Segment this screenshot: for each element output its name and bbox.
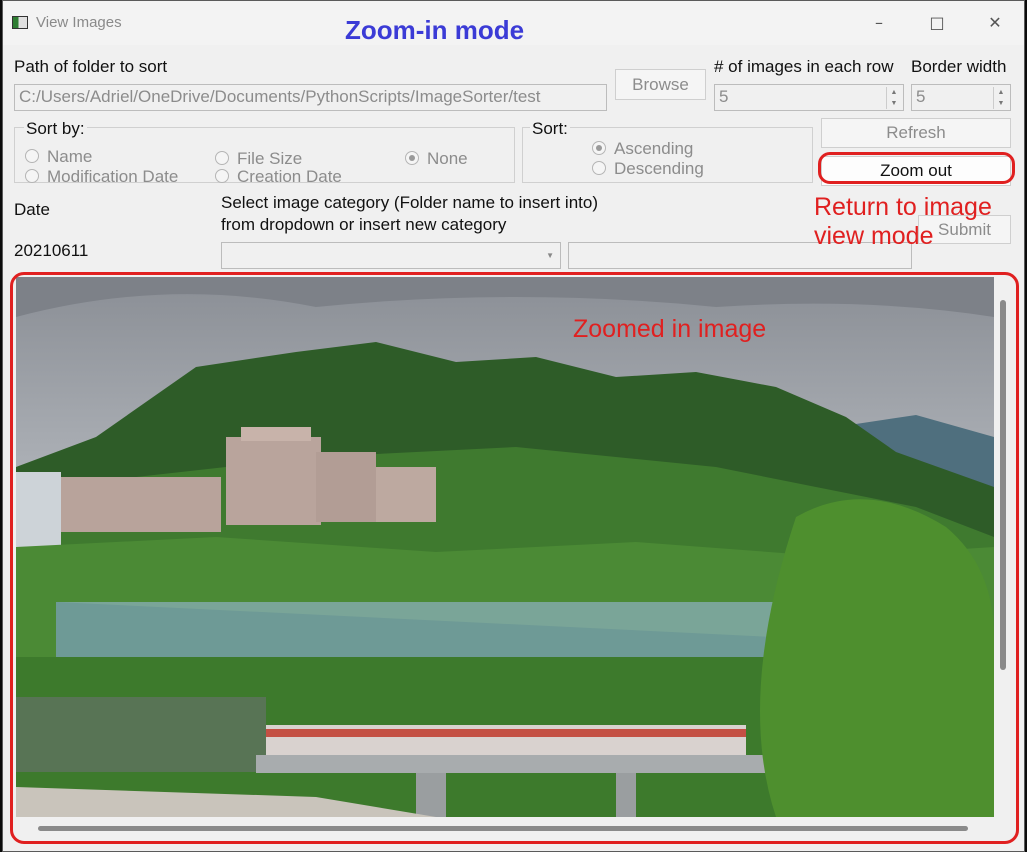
border-width-stepper[interactable]: ▲ ▼ [993, 87, 1008, 109]
zoom-in-mode-annotation: Zoom-in mode [345, 15, 525, 45]
date-label: Date [14, 200, 50, 219]
sort-none-radio[interactable] [405, 151, 419, 165]
sort-modification-date-label: Modification Date [47, 167, 179, 186]
category-dropdown[interactable]: ▼ [221, 242, 561, 269]
images-per-row-value: 5 [719, 87, 729, 106]
border-width-label: Border width [911, 57, 1007, 76]
sort-descending-label: Descending [614, 159, 704, 178]
sort-creation-date-label: Creation Date [237, 167, 342, 186]
zoomed-image-highlight [10, 272, 1019, 844]
zoomed-image-annotation: Zoomed in image [573, 315, 767, 343]
sort-file-size-label: File Size [237, 149, 303, 168]
maximize-icon[interactable]: □ [922, 11, 952, 35]
images-per-row-label: # of images in each row [714, 57, 894, 76]
app-icon [12, 16, 28, 29]
category-label-line2: from dropdown or insert new category [221, 215, 507, 234]
window-title: View Images [36, 14, 122, 31]
sort-ascending-radio[interactable] [592, 141, 606, 155]
border-width-spinbox[interactable]: 5 ▲ ▼ [911, 84, 1011, 111]
sort-none-label: None [427, 149, 468, 168]
date-value: 20210611 [14, 241, 89, 260]
category-label-line1: Select image category (Folder name to in… [221, 193, 599, 212]
folder-path-label: Path of folder to sort [14, 57, 168, 76]
sort-order-label: Sort: [530, 119, 570, 139]
sort-by-label: Sort by: [24, 119, 87, 139]
zoom-out-annotation: Return to image view mode [814, 193, 992, 250]
border-width-value: 5 [916, 87, 926, 106]
sort-file-size-radio[interactable] [215, 151, 229, 165]
sort-modification-date-radio[interactable] [25, 169, 39, 183]
images-per-row-spinbox[interactable]: 5 ▲ ▼ [714, 84, 904, 111]
sort-descending-radio[interactable] [592, 161, 606, 175]
view-images-window: View Images – □ ✕ Zoom-in mode Path of f… [2, 0, 1025, 852]
folder-path-field[interactable]: C:/Users/Adriel/OneDrive/Documents/Pytho… [14, 84, 607, 111]
sort-creation-date-radio[interactable] [215, 169, 229, 183]
sort-name-radio[interactable] [25, 149, 39, 163]
close-icon[interactable]: ✕ [980, 11, 1010, 35]
refresh-button[interactable]: Refresh [821, 118, 1011, 148]
chevron-down-icon: ▼ [546, 251, 554, 260]
browse-button[interactable]: Browse [615, 69, 706, 100]
zoom-out-highlight [818, 152, 1015, 184]
sort-ascending-label: Ascending [614, 139, 694, 158]
sort-name-label: Name [47, 147, 93, 166]
minimize-icon[interactable]: – [864, 11, 894, 35]
images-per-row-stepper[interactable]: ▲ ▼ [886, 87, 901, 109]
